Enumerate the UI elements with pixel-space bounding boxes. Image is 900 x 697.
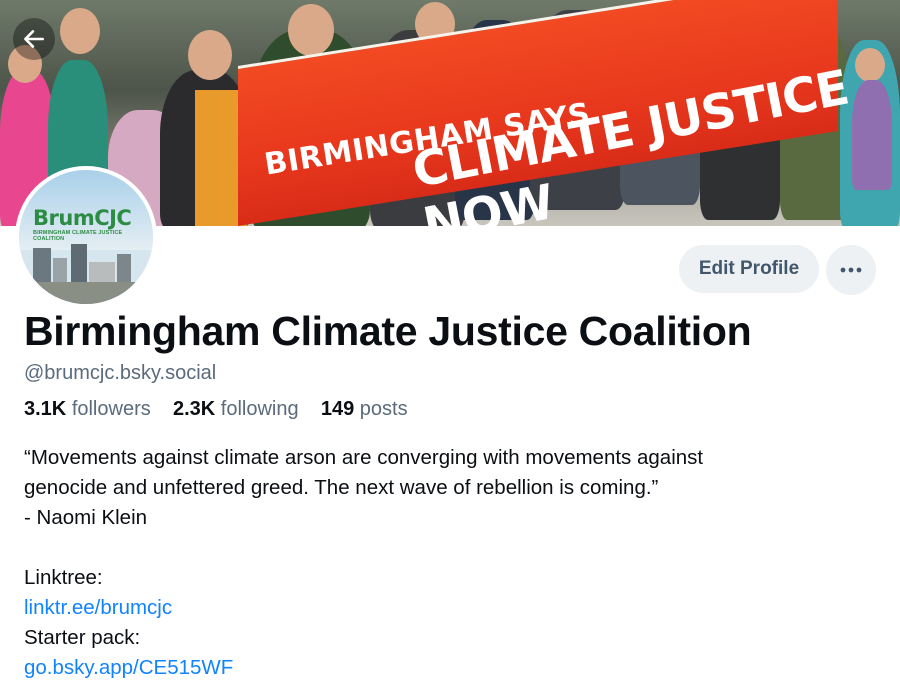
- followers-count: 3.1K: [24, 398, 67, 420]
- following-label: following: [220, 398, 299, 420]
- bio-linktree-label: Linktree:: [24, 566, 103, 589]
- avatar-logo-text: BrumCJC: [33, 206, 132, 230]
- avatar[interactable]: BrumCJC BIRMINGHAM CLIMATE JUSTICE COALI…: [15, 166, 157, 308]
- bio-attribution: - Naomi Klein: [24, 506, 148, 529]
- avatar-logo-subtitle: BIRMINGHAM CLIMATE JUSTICE COALITION: [33, 230, 123, 242]
- starter-pack-link[interactable]: go.bsky.app/CE515WF: [24, 653, 884, 683]
- followers-link[interactable]: 3.1K followers: [24, 398, 156, 420]
- display-name: Birmingham Climate Justice Coalition: [24, 308, 752, 354]
- posts-stat: 149 posts: [321, 398, 408, 420]
- following-count: 2.3K: [172, 398, 216, 420]
- posts-count: 149: [320, 398, 355, 420]
- linktree-link[interactable]: linktr.ee/brumcjc: [24, 593, 884, 623]
- arrow-left-icon: [24, 30, 44, 48]
- bio-quote-line2: genocide and unfettered greed. The next …: [24, 476, 659, 499]
- back-button[interactable]: [13, 18, 55, 60]
- profile-handle[interactable]: @brumcjc.bsky.social: [24, 362, 216, 385]
- following-link[interactable]: 2.3K following: [173, 398, 304, 420]
- bio-quote-line1: “Movements against climate arson are con…: [24, 446, 704, 469]
- profile-stats: 3.1K followers 2.3K following 149 posts: [24, 398, 408, 421]
- followers-label: followers: [71, 398, 151, 420]
- profile-bio: “Movements against climate arson are con…: [24, 443, 884, 683]
- posts-label: posts: [359, 398, 408, 420]
- bio-starter-pack-label: Starter pack:: [24, 626, 141, 649]
- more-options-button[interactable]: [826, 245, 876, 295]
- ellipsis-icon: [840, 267, 862, 273]
- edit-profile-button[interactable]: Edit Profile: [679, 245, 819, 293]
